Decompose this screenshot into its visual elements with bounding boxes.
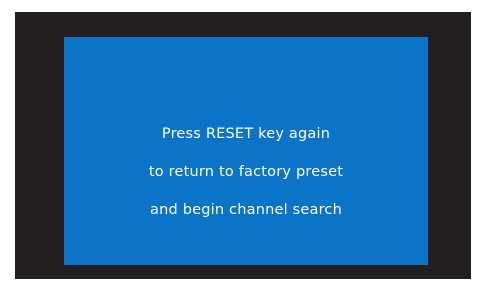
message-line-1: Press RESET key again xyxy=(161,126,331,142)
display-bezel: Press RESET key again to return to facto… xyxy=(15,12,471,279)
osd-screen: Press RESET key again to return to facto… xyxy=(64,37,428,265)
reset-confirmation-message: Press RESET key again to return to facto… xyxy=(64,115,428,229)
message-line-2: to return to factory preset xyxy=(148,164,344,180)
message-line-3: and begin channel search xyxy=(150,202,342,218)
